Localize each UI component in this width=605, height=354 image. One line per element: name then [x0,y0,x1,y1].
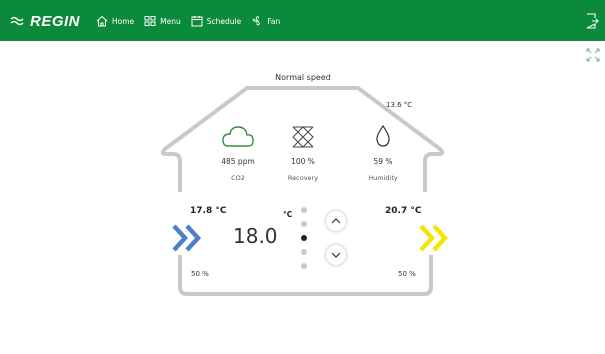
setpoint-level-indicator [300,207,308,269]
heat-exchanger-icon [292,126,314,148]
level-dot [301,221,307,227]
fan-speed-label: Normal speed [275,73,331,82]
chevron-down-icon [331,252,341,258]
level-dot [301,249,307,255]
humidity-value: 59 % [373,157,393,166]
supply-air-arrow-icon [172,224,202,252]
humidity-label: Humidity [368,174,398,182]
extract-fan-percent: 50 % [398,270,416,278]
setpoint-value: 18.0 [233,224,278,248]
extract-air-arrow-icon [419,224,449,252]
level-dot-active [301,235,307,241]
supply-temperature: 17.8 °C [190,206,227,216]
outdoor-temperature: 13.6 °C [386,101,413,109]
cloud-icon [222,126,254,147]
level-dot [301,207,307,213]
recovery-label: Recovery [287,174,319,182]
supply-fan-percent: 50 % [191,270,209,278]
droplet-icon [376,124,390,147]
level-dot [301,263,307,269]
co2-label: CO2 [231,174,245,182]
setpoint-increase-button[interactable] [326,211,346,231]
co2-value: 485 ppm [221,157,255,166]
setpoint-decrease-button[interactable] [326,245,346,265]
chevron-up-icon [331,218,341,224]
extract-temperature: 20.7 °C [385,206,422,216]
setpoint-unit: °C [283,210,293,219]
recovery-value: 100 % [291,157,315,166]
